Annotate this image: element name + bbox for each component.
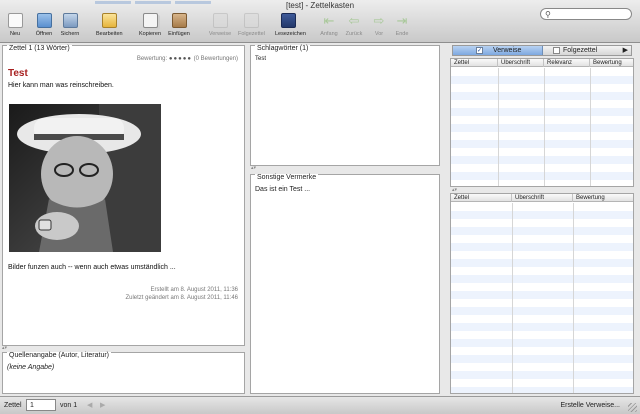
column-header[interactable]: Bewertung <box>573 194 633 202</box>
zettel-header: Zettel 1 (13 Wörter) <box>7 45 72 52</box>
folder-icon <box>36 13 52 28</box>
zettel-timestamps: Erstellt am 8. August 2011, 11:36 Zuletz… <box>125 286 238 302</box>
followups-button[interactable]: Folgezettel <box>238 13 265 37</box>
links-icon <box>212 13 228 28</box>
rating-stars[interactable]: ●●●●● <box>169 56 192 62</box>
column-header[interactable]: Überschrift <box>498 59 544 67</box>
column-header[interactable]: Relevanz <box>544 59 590 67</box>
lower-table[interactable]: Zettel Überschrift Bewertung <box>450 193 634 394</box>
prev-zettel-icon[interactable]: ◀ <box>87 401 92 409</box>
zettel-image <box>9 104 161 252</box>
zettel-pane: Zettel 1 (13 Wörter) Bewertung: ●●●●● (0… <box>2 45 245 346</box>
keywords-pane: Schlagwörter (1) Test <box>250 45 440 166</box>
resize-grip-icon[interactable] <box>628 403 637 412</box>
remarks-text: Das ist ein Test ... <box>255 186 311 193</box>
splitter-handle-icon[interactable]: ▴▾ <box>251 165 256 171</box>
bookmarks-button[interactable]: Lesezeichen <box>275 13 306 37</box>
column-header[interactable]: Zettel <box>451 194 512 202</box>
column-divider <box>512 203 513 393</box>
source-pane: Quellenangabe (Autor, Literatur) (keine … <box>2 352 245 394</box>
first-arrow-icon: ⇤ <box>323 13 335 28</box>
copy-icon <box>142 13 158 28</box>
portrait-photo-icon <box>9 104 161 252</box>
last-arrow-icon: ⇥ <box>396 13 408 28</box>
total-count-label: von 1 <box>60 402 78 409</box>
save-button[interactable]: Sichern <box>57 13 83 37</box>
column-header[interactable]: Überschrift <box>512 194 573 202</box>
followups-checkbox[interactable] <box>553 47 560 54</box>
source-text: (keine Angabe) <box>7 364 55 371</box>
edit-button[interactable]: Bearbeiten <box>96 13 123 37</box>
column-divider <box>544 68 545 186</box>
right-tabbar: ✓ Verweise Folgezettel ▶ <box>452 45 632 56</box>
bookmark-book-icon <box>280 13 296 28</box>
first-button[interactable]: ⇤ Anfang <box>316 13 342 37</box>
app-window: [test] - Zettelkasten Neu Öffnen Sichern… <box>0 0 640 414</box>
splitter-handle-icon[interactable]: ▴▾ <box>2 345 7 351</box>
open-button[interactable]: Öffnen <box>31 13 57 37</box>
tab-overflow-arrow-icon[interactable]: ▶ <box>623 46 628 55</box>
forward-arrow-icon: ⇨ <box>373 13 385 28</box>
followup-note-icon <box>243 13 259 28</box>
zettel-label: Zettel <box>4 402 22 409</box>
column-header[interactable]: Zettel <box>451 59 498 67</box>
search-input[interactable]: ⚲ <box>540 8 632 20</box>
next-zettel-icon[interactable]: ▶ <box>100 401 105 409</box>
new-button[interactable]: Neu <box>2 13 28 37</box>
zettel-body-text: Hier kann man was reinschreiben. <box>8 82 114 89</box>
back-arrow-icon: ⇦ <box>348 13 360 28</box>
tab-followups[interactable]: Folgezettel <box>553 46 597 55</box>
zettel-title: Test <box>8 68 28 79</box>
copy-button[interactable]: Kopieren <box>137 13 163 37</box>
column-divider <box>498 68 499 186</box>
tab-links[interactable]: ✓ Verweise <box>453 46 543 55</box>
lower-table-header: Zettel Überschrift Bewertung <box>451 194 633 202</box>
remarks-pane: Sonstige Vermerke Das ist ein Test ... <box>250 174 440 394</box>
statusbar: Zettel 1 von 1 ◀ ▶ Erstelle Verweise... <box>0 396 640 414</box>
create-links-button[interactable]: Erstelle Verweise... <box>560 402 620 409</box>
rating[interactable]: Bewertung: ●●●●● (0 Bewertungen) <box>137 56 238 62</box>
column-divider <box>573 203 574 393</box>
title-toolbar-area: [test] - Zettelkasten Neu Öffnen Sichern… <box>0 0 640 43</box>
modified-date: Zuletzt geändert am 8. August 2011, 11:4… <box>125 295 238 301</box>
links-button[interactable]: Verweise <box>207 13 233 37</box>
back-button[interactable]: ⇦ Zurück <box>341 13 367 37</box>
links-table[interactable]: Zettel Überschrift Relevanz Bewertung <box>450 58 634 187</box>
zettel-number-input[interactable]: 1 <box>26 399 56 411</box>
column-header[interactable]: Bewertung <box>590 59 633 67</box>
new-document-icon <box>7 13 23 28</box>
links-table-rows <box>451 68 633 186</box>
lower-table-rows <box>451 203 633 393</box>
created-date: Erstellt am 8. August 2011, 11:36 <box>150 287 239 293</box>
clipboard-icon <box>171 13 187 28</box>
remarks-header: Sonstige Vermerke <box>255 174 319 181</box>
last-button[interactable]: ⇥ Ende <box>389 13 415 37</box>
links-checkbox[interactable]: ✓ <box>476 47 483 54</box>
column-divider <box>590 68 591 186</box>
links-table-header: Zettel Überschrift Relevanz Bewertung <box>451 59 633 67</box>
keywords-header: Schlagwörter (1) <box>255 45 311 52</box>
keyword-item[interactable]: Test <box>255 56 266 62</box>
paste-button[interactable]: Einfügen <box>166 13 192 37</box>
search-icon: ⚲ <box>545 10 551 19</box>
pencil-icon <box>101 13 117 28</box>
source-header: Quellenangabe (Autor, Literatur) <box>7 352 112 359</box>
zettel-body-text-2: Bilder funzen auch -- wenn auch etwas um… <box>8 264 176 271</box>
save-icon <box>62 13 78 28</box>
